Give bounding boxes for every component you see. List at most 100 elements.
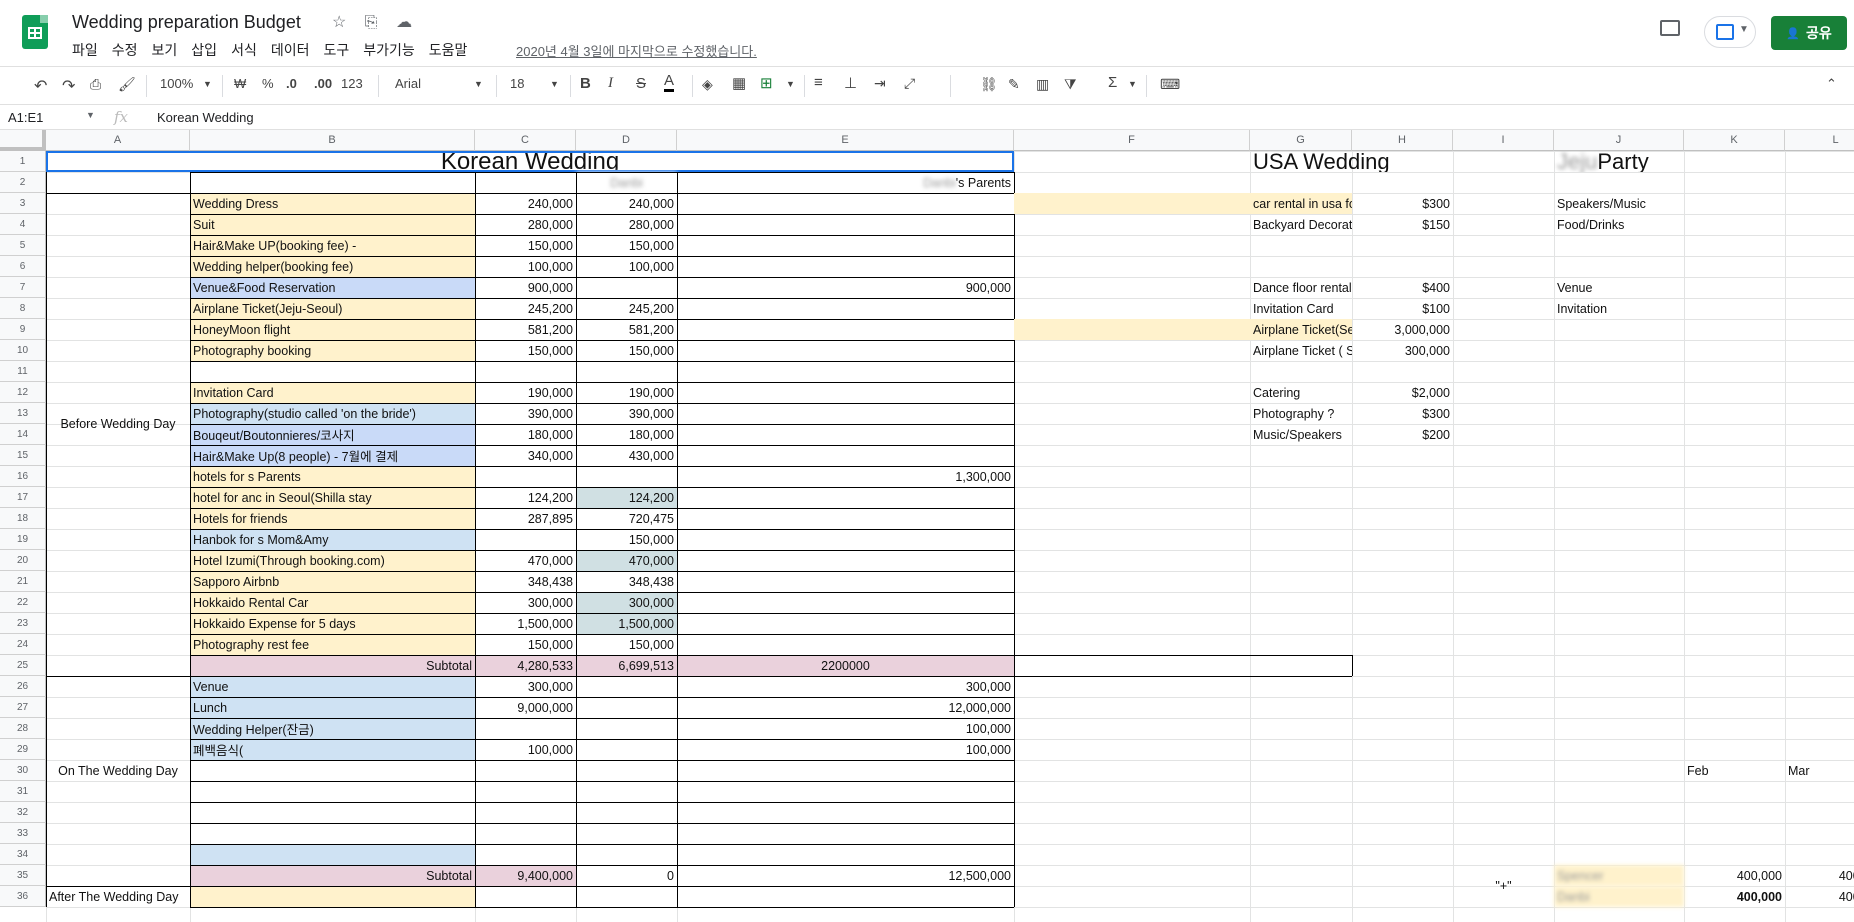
strikethrough-button[interactable]: S	[636, 75, 646, 92]
row-header[interactable]: 29	[0, 739, 46, 760]
estimate-value[interactable]: 900,000	[475, 277, 576, 298]
actual-value[interactable]: 124,200	[576, 487, 677, 508]
subtotal-c[interactable]: 4,280,533	[475, 655, 576, 676]
row-header[interactable]: 23	[0, 613, 46, 634]
actual-value[interactable]: 100,000	[576, 256, 677, 277]
actual-value[interactable]: 300,000	[576, 592, 677, 613]
menu-format[interactable]: 서식	[231, 40, 257, 60]
parents-value[interactable]	[677, 298, 1014, 319]
row-header[interactable]: 17	[0, 487, 46, 508]
column-header[interactable]: F	[1014, 130, 1250, 151]
menu-file[interactable]: 파일	[72, 40, 98, 60]
parents-value[interactable]	[677, 550, 1014, 571]
row-header[interactable]: 1	[0, 151, 46, 172]
column-header[interactable]: E	[677, 130, 1014, 151]
row-header[interactable]: 15	[0, 445, 46, 466]
parents-value[interactable]	[677, 634, 1014, 655]
item-name[interactable]: Venue	[190, 676, 475, 697]
row-header[interactable]: 5	[0, 235, 46, 256]
usa-item-name[interactable]	[1250, 361, 1352, 382]
estimate-value[interactable]: 340,000	[475, 445, 576, 466]
parents-value[interactable]	[677, 361, 1014, 382]
actual-value[interactable]: 150,000	[576, 340, 677, 361]
actual-value[interactable]: 150,000	[576, 235, 677, 256]
decrease-decimal-button[interactable]: .0	[286, 76, 297, 91]
insert-comment-icon[interactable]: ✎	[1008, 76, 1020, 93]
currency-format-button[interactable]: ₩	[234, 76, 246, 91]
item-name[interactable]: Hanbok for s Mom&Amy	[190, 529, 475, 550]
estimate-value[interactable]: 150,000	[475, 340, 576, 361]
row-header[interactable]: 36	[0, 886, 46, 907]
font-size-chevron-icon[interactable]: ▼	[550, 79, 559, 89]
row-header[interactable]: 32	[0, 802, 46, 823]
row-header[interactable]: 3	[0, 193, 46, 214]
print-icon[interactable]: ⎙	[90, 76, 101, 93]
row-header[interactable]: 9	[0, 319, 46, 340]
actual-value[interactable]: 1,500,000	[576, 613, 677, 634]
formula-input[interactable]: Korean Wedding	[157, 110, 254, 125]
actual-value[interactable]: 390,000	[576, 403, 677, 424]
row-header[interactable]: 26	[0, 676, 46, 697]
menu-edit[interactable]: 수정	[112, 40, 138, 60]
subtotal-c[interactable]: 9,400,000	[475, 865, 576, 886]
percent-format-button[interactable]: %	[262, 76, 274, 91]
estimate-value[interactable]: 190,000	[475, 382, 576, 403]
usa-item-name[interactable]: Dance floor rental ?	[1250, 277, 1352, 298]
usa-wedding-title[interactable]: USA Wedding	[1250, 151, 1453, 172]
parents-value[interactable]: 100,000	[677, 739, 1014, 760]
estimate-value[interactable]: 124,200	[475, 487, 576, 508]
usa-item-cost[interactable]: $200	[1352, 424, 1453, 445]
row-header[interactable]: 24	[0, 634, 46, 655]
usa-item-name[interactable]: car rental in usa for Danbi's Parents	[1250, 193, 1352, 214]
parents-value[interactable]	[677, 613, 1014, 634]
actual-value[interactable]	[576, 697, 677, 718]
parents-value[interactable]	[677, 487, 1014, 508]
item-name[interactable]: Photography booking	[190, 340, 475, 361]
usa-item-name[interactable]: Photography ?	[1250, 403, 1352, 424]
parents-value[interactable]: 300,000	[677, 676, 1014, 697]
row-header[interactable]: 4	[0, 214, 46, 235]
column-header[interactable]: J	[1554, 130, 1684, 151]
column-header[interactable]: L	[1785, 130, 1854, 151]
party-item[interactable]: Invitation	[1554, 298, 1684, 319]
usa-item-name[interactable]: Airplane Ticket ( Seoul)	[1250, 340, 1352, 361]
share-button[interactable]: 👤 공유	[1771, 16, 1847, 50]
usa-item-cost[interactable]: $300	[1352, 193, 1453, 214]
usa-item-cost[interactable]: $100	[1352, 298, 1453, 319]
parents-value[interactable]	[677, 340, 1014, 361]
parents-value[interactable]	[677, 214, 1014, 235]
fill-cell[interactable]	[1014, 193, 1250, 214]
menu-insert[interactable]: 삽입	[191, 40, 217, 60]
item-name[interactable]: Photography(studio called 'on the bride'…	[190, 403, 475, 424]
estimate-value[interactable]: 287,895	[475, 508, 576, 529]
usa-item-cost[interactable]: 300,000	[1352, 340, 1453, 361]
text-rotate-icon[interactable]: ⤢	[904, 75, 915, 92]
actual-value[interactable]	[576, 466, 677, 487]
estimate-value[interactable]: 1,500,000	[475, 613, 576, 634]
row-header[interactable]: 25	[0, 655, 46, 676]
korean-wedding-title[interactable]: Korean Wedding	[46, 151, 1014, 172]
row-header[interactable]: 33	[0, 823, 46, 844]
font-chevron-icon[interactable]: ▼	[474, 79, 483, 89]
actual-value[interactable]: 150,000	[576, 529, 677, 550]
usa-item-name[interactable]	[1250, 256, 1352, 277]
parents-value[interactable]	[677, 508, 1014, 529]
row-header[interactable]: 28	[0, 718, 46, 739]
row-header[interactable]: 2	[0, 172, 46, 193]
actual-value[interactable]: 430,000	[576, 445, 677, 466]
item-name[interactable]: Hotel Izumi(Through booking.com)	[190, 550, 475, 571]
usa-item-cost[interactable]: $2,000	[1352, 382, 1453, 403]
actual-value[interactable]	[576, 739, 677, 760]
party-item[interactable]: Food/Drinks	[1554, 214, 1684, 235]
usa-item-cost[interactable]	[1352, 256, 1453, 277]
column-header[interactable]: B	[190, 130, 475, 151]
estimate-value[interactable]	[475, 466, 576, 487]
functions-button[interactable]: Σ	[1108, 74, 1117, 91]
usa-item-name[interactable]: Invitation Card	[1250, 298, 1352, 319]
functions-chevron-icon[interactable]: ▼	[1128, 79, 1137, 89]
subtotal-d[interactable]: 0	[576, 865, 677, 886]
row-header[interactable]: 8	[0, 298, 46, 319]
parents-value[interactable]	[677, 235, 1014, 256]
usa-item-cost[interactable]: $150	[1352, 214, 1453, 235]
bottom-k[interactable]: 400,000	[1684, 886, 1785, 907]
